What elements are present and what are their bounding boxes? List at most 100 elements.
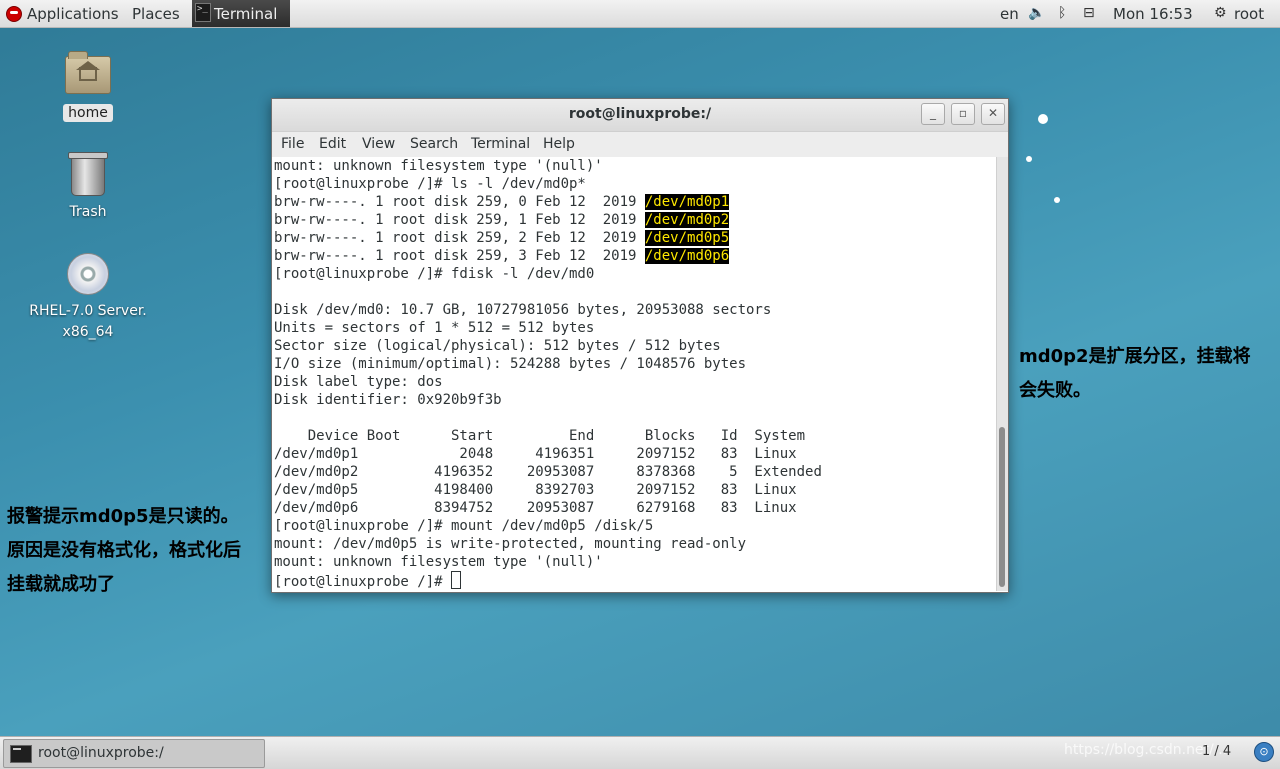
places-menu[interactable]: Places <box>132 5 180 23</box>
wallpaper-dot <box>1038 114 1048 124</box>
terminal-line-text: [root@linuxprobe /]# ls -l /dev/md0p* <box>274 176 586 192</box>
terminal-line: mount: /dev/md0p5 is write-protected, mo… <box>274 535 996 553</box>
top-panel: Applications Places >_ Terminal en 🔈 ᛒ ⊟… <box>0 0 1280 28</box>
terminal-line: [root@linuxprobe /]# fdisk -l /dev/md0 <box>274 265 996 283</box>
terminal-line: brw-rw----. 1 root disk 259, 2 Feb 12 20… <box>274 229 996 247</box>
highlighted-device-name: /dev/md0p1 <box>644 194 730 210</box>
wallpaper-dot <box>1054 197 1060 203</box>
menu-view[interactable]: View <box>362 136 395 152</box>
terminal-line-text: [root@linuxprobe /]# <box>274 574 452 590</box>
terminal-line: Sector size (logical/physical): 512 byte… <box>274 337 996 355</box>
menu-search[interactable]: Search <box>410 136 458 152</box>
highlighted-device-name: /dev/md0p2 <box>644 212 730 228</box>
menu-terminal[interactable]: Terminal <box>471 136 530 152</box>
trash-label: Trash <box>69 204 107 220</box>
taskbar-item-terminal[interactable]: root@linuxprobe:/ <box>3 739 265 768</box>
terminal-output[interactable]: mount: unknown filesystem type '(null)' [… <box>272 157 996 591</box>
dvd-icon <box>67 253 109 295</box>
terminal-line-text: Device Boot Start End Blocks Id System <box>274 428 806 444</box>
terminal-line-text: /dev/md0p1 2048 4196351 2097152 83 Linux <box>274 446 797 462</box>
terminal-line-text: brw-rw----. 1 root disk 259, 0 Feb 12 20… <box>274 194 645 210</box>
menu-help[interactable]: Help <box>543 136 575 152</box>
terminal-line: /dev/md0p5 4198400 8392703 2097152 83 Li… <box>274 481 996 499</box>
annotation-left-line3: 挂载就成功了 <box>7 574 115 595</box>
workspace-pager[interactable]: 1 / 4 <box>1202 744 1231 759</box>
bluetooth-icon[interactable]: ᛒ <box>1058 5 1066 21</box>
terminal-line: Disk identifier: 0x920b9f3b <box>274 391 996 409</box>
maximize-button[interactable]: ▫ <box>951 103 975 125</box>
terminal-cursor <box>451 571 462 589</box>
clock[interactable]: Mon 16:53 <box>1113 5 1193 23</box>
menu-file[interactable]: File <box>281 136 304 152</box>
user-icon[interactable]: ⚙ <box>1214 5 1227 21</box>
terminal-line-text: brw-rw----. 1 root disk 259, 1 Feb 12 20… <box>274 212 645 228</box>
applications-menu[interactable]: Applications <box>27 5 119 23</box>
terminal-line: mount: unknown filesystem type '(null)' <box>274 157 996 175</box>
desktop-icon-trash[interactable]: Trash <box>28 152 148 220</box>
dvd-label-line1: RHEL-7.0 Server. <box>29 303 147 319</box>
window-title: root@linuxprobe:/ <box>568 106 712 122</box>
dvd-label-line2: x86_64 <box>62 324 114 340</box>
terminal-line-text: brw-rw----. 1 root disk 259, 3 Feb 12 20… <box>274 248 645 264</box>
terminal-line-text: Sector size (logical/physical): 512 byte… <box>274 338 721 354</box>
terminal-line: [root@linuxprobe /]# mount /dev/md0p5 /d… <box>274 517 996 535</box>
terminal-line-text: /dev/md0p6 8394752 20953087 6279168 83 L… <box>274 500 797 516</box>
terminal-line: /dev/md0p2 4196352 20953087 8378368 5 Ex… <box>274 463 996 481</box>
dvd-label: RHEL-7.0 Server. x86_64 <box>28 301 148 343</box>
terminal-app-menu[interactable]: >_ Terminal <box>192 0 290 27</box>
annotation-right-line1: md0p2是扩展分区，挂载将 <box>1019 346 1251 367</box>
desktop-icon-home[interactable]: home <box>28 51 148 122</box>
network-icon[interactable]: ⊟ <box>1083 5 1095 21</box>
close-button[interactable]: ✕ <box>981 103 1005 125</box>
terminal-line: [root@linuxprobe /]# <box>274 571 996 590</box>
terminal-line-text: mount: /dev/md0p5 is write-protected, mo… <box>274 536 747 552</box>
terminal-icon <box>10 745 32 763</box>
home-label: home <box>63 104 113 122</box>
terminal-line-text: I/O size (minimum/optimal): 524288 bytes… <box>274 356 747 372</box>
terminal-line-text: brw-rw----. 1 root disk 259, 2 Feb 12 20… <box>274 230 645 246</box>
terminal-line: Disk /dev/md0: 10.7 GB, 10727981056 byte… <box>274 301 996 319</box>
terminal-line: brw-rw----. 1 root disk 259, 1 Feb 12 20… <box>274 211 996 229</box>
home-folder-icon <box>65 51 111 94</box>
annotation-right-line2: 会失败。 <box>1019 380 1091 401</box>
terminal-line-text: /dev/md0p5 4198400 8392703 2097152 83 Li… <box>274 482 797 498</box>
terminal-line-text: Disk identifier: 0x920b9f3b <box>274 392 502 408</box>
terminal-line-text: [root@linuxprobe /]# mount /dev/md0p5 /d… <box>274 518 654 534</box>
minimize-button[interactable]: _ <box>921 103 945 125</box>
terminal-scrollbar[interactable] <box>996 157 1008 591</box>
menu-edit[interactable]: Edit <box>319 136 346 152</box>
terminal-line-text: mount: unknown filesystem type '(null)' <box>274 554 603 570</box>
wallpaper-dot <box>1026 156 1032 162</box>
desktop-icon-dvd[interactable]: RHEL-7.0 Server. x86_64 <box>28 253 148 343</box>
annotation-left-line2: 原因是没有格式化，格式化后 <box>7 540 241 561</box>
volume-icon[interactable]: 🔈 <box>1028 5 1045 21</box>
terminal-line: /dev/md0p6 8394752 20953087 6279168 83 L… <box>274 499 996 517</box>
terminal-line: Device Boot Start End Blocks Id System <box>274 427 996 445</box>
terminal-line-text: Units = sectors of 1 * 512 = 512 bytes <box>274 320 595 336</box>
terminal-line-text: Disk label type: dos <box>274 374 443 390</box>
terminal-line-text: Disk /dev/md0: 10.7 GB, 10727981056 byte… <box>274 302 772 318</box>
terminal-line-text: [root@linuxprobe /]# fdisk -l /dev/md0 <box>274 266 595 282</box>
terminal-line: mount: unknown filesystem type '(null)' <box>274 553 996 571</box>
terminal-window[interactable]: root@linuxprobe:/ _ ▫ ✕ File Edit View S… <box>271 98 1009 593</box>
terminal-icon: >_ <box>195 3 211 22</box>
annotation-left-line1: 报警提示md0p5是只读的。 <box>7 506 239 527</box>
terminal-line-text: /dev/md0p2 4196352 20953087 8378368 5 Ex… <box>274 464 822 480</box>
highlighted-device-name: /dev/md0p5 <box>644 230 730 246</box>
window-titlebar[interactable]: root@linuxprobe:/ _ ▫ ✕ <box>272 99 1008 132</box>
terminal-line: Units = sectors of 1 * 512 = 512 bytes <box>274 319 996 337</box>
terminal-line: /dev/md0p1 2048 4196351 2097152 83 Linux <box>274 445 996 463</box>
scrollbar-thumb[interactable] <box>999 427 1005 587</box>
user-menu[interactable]: root <box>1234 5 1264 23</box>
terminal-line: brw-rw----. 1 root disk 259, 3 Feb 12 20… <box>274 247 996 265</box>
terminal-line: I/O size (minimum/optimal): 524288 bytes… <box>274 355 996 373</box>
window-menubar: File Edit View Search Terminal Help <box>272 132 1008 157</box>
highlighted-device-name: /dev/md0p6 <box>644 248 730 264</box>
workspace-switcher-icon[interactable]: ⊙ <box>1254 742 1274 762</box>
input-language-indicator[interactable]: en <box>1000 5 1019 23</box>
annotation-left: 报警提示md0p5是只读的。 原因是没有格式化，格式化后 挂载就成功了 <box>7 500 241 602</box>
bottom-panel: root@linuxprobe:/ https://blog.csdn.net/… <box>0 736 1280 769</box>
terminal-line: brw-rw----. 1 root disk 259, 0 Feb 12 20… <box>274 193 996 211</box>
redhat-logo-icon <box>6 6 22 22</box>
